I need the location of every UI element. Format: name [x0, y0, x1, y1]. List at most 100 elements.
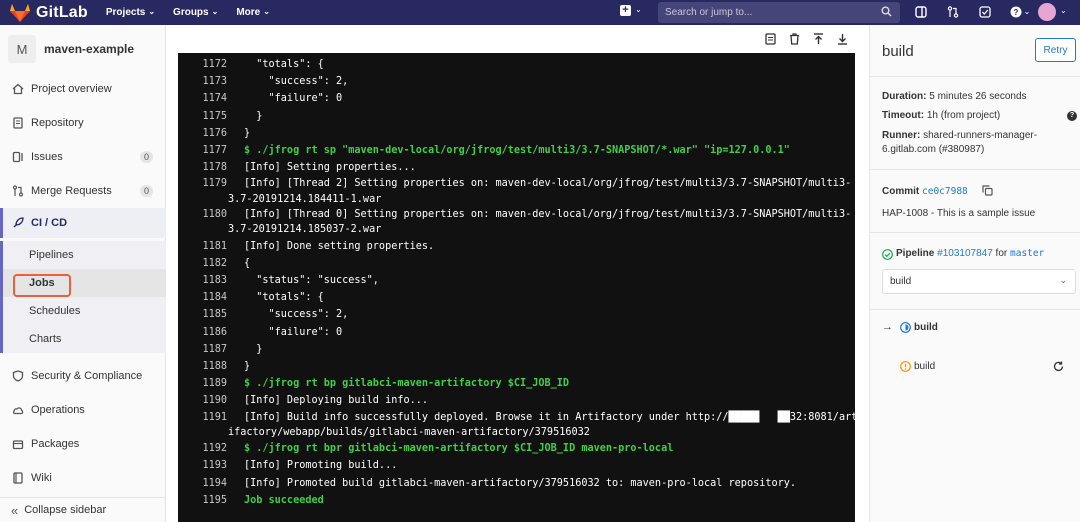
- todo-check-icon[interactable]: [977, 4, 993, 20]
- nav-projects[interactable]: Projects ⌄: [106, 7, 155, 18]
- shield-icon: [11, 370, 25, 382]
- log-line-number[interactable]: 1179: [178, 176, 227, 191]
- todos-panel-icon[interactable]: [913, 4, 929, 20]
- log-line-number[interactable]: 1190: [178, 392, 227, 409]
- log-line-number[interactable]: 1173: [178, 73, 227, 90]
- log-line: 1181 [Info] Done setting properties.: [178, 238, 855, 255]
- erase-log-icon[interactable]: [787, 32, 801, 46]
- gitlab-logo[interactable]: GitLab: [10, 3, 88, 22]
- user-avatar[interactable]: [1038, 3, 1056, 21]
- log-line: 1194 [Info] Promoted build gitlabci-maven…: [178, 475, 855, 492]
- sidebar-item-label: Project overview: [31, 83, 112, 95]
- log-line: 1183 "status": "success",: [178, 272, 855, 289]
- log-line-number[interactable]: 1174: [178, 90, 227, 107]
- log-line-text: [Info] Done setting properties.: [244, 240, 435, 252]
- log-line-number[interactable]: 1182: [178, 255, 227, 272]
- log-line-number[interactable]: 1177: [178, 142, 227, 159]
- sidebar-item-label: CI / CD: [31, 217, 68, 229]
- log-line-number[interactable]: 1193: [178, 457, 227, 474]
- sidebar-item-label: Repository: [31, 117, 84, 129]
- raw-log-icon[interactable]: [763, 32, 777, 46]
- sidebar-item-project-overview[interactable]: Project overview: [0, 79, 166, 99]
- log-line-number[interactable]: 1195: [178, 492, 227, 509]
- sidebar-item-issues[interactable]: Issues 0: [0, 147, 166, 167]
- chevron-down-icon[interactable]: ⌄: [1060, 6, 1067, 15]
- log-line-number[interactable]: 1172: [178, 56, 227, 73]
- sidebar-item-security[interactable]: Security & Compliance: [0, 366, 166, 386]
- commit-sha-link[interactable]: ce0c7988: [922, 186, 968, 197]
- pipeline-id-link[interactable]: #103107847: [937, 247, 993, 261]
- log-line: 1187 }: [178, 341, 855, 358]
- log-line-text: "totals": {: [244, 292, 324, 304]
- log-line-number[interactable]: 1188: [178, 358, 227, 375]
- log-line-number[interactable]: 1183: [178, 272, 227, 289]
- log-line-number[interactable]: 1175: [178, 108, 227, 125]
- project-sidebar: M maven-example Project overview Reposit…: [0, 25, 166, 522]
- log-line-number[interactable]: 1176: [178, 125, 227, 142]
- sidebar-item-operations[interactable]: Operations: [0, 400, 166, 420]
- retry-job-icon[interactable]: [1053, 361, 1064, 372]
- help-icon[interactable]: ? ⌄: [1009, 4, 1031, 20]
- log-line-number[interactable]: 1186: [178, 324, 227, 341]
- plus-icon: +: [620, 5, 631, 16]
- log-line-text: {: [244, 257, 251, 269]
- merge-request-icon[interactable]: [945, 4, 961, 20]
- retry-button[interactable]: Retry: [1035, 38, 1076, 62]
- log-line-number[interactable]: 1180: [178, 207, 227, 222]
- sidebar-item-repository[interactable]: Repository: [0, 113, 166, 133]
- log-line-number[interactable]: 1189: [178, 375, 227, 392]
- log-line-text: [Info] Deploying build info...: [244, 395, 429, 407]
- sidebar-item-merge-requests[interactable]: Merge Requests 0: [0, 181, 166, 201]
- sidebar-subitem-pipelines[interactable]: Pipelines: [0, 241, 166, 269]
- search-input[interactable]: Search or jump to...: [658, 2, 900, 23]
- log-line-number[interactable]: 1187: [178, 341, 227, 358]
- package-icon: [11, 438, 25, 450]
- branch-link[interactable]: master: [1010, 247, 1044, 261]
- sidebar-item-packages[interactable]: Packages: [0, 434, 166, 454]
- help-icon[interactable]: ?: [1067, 111, 1077, 121]
- collapse-sidebar-button[interactable]: « Collapse sidebar: [0, 497, 166, 522]
- sidebar-item-wiki[interactable]: Wiki: [0, 468, 166, 488]
- log-line-number[interactable]: 1178: [178, 159, 227, 176]
- log-line-number[interactable]: 1192: [178, 440, 227, 457]
- scroll-to-top-icon[interactable]: [811, 32, 825, 46]
- current-stage-row[interactable]: → build: [882, 321, 938, 333]
- sidebar-item-label: Merge Requests: [31, 185, 112, 197]
- log-line: 1180 [Info] [Thread 0] Setting properties…: [178, 207, 855, 222]
- job-log-area: 1172 "totals": {1173 "success": 2, 1174 "…: [166, 25, 868, 522]
- project-avatar: M: [8, 35, 36, 63]
- svg-text:?: ?: [1013, 8, 1018, 17]
- log-line: 1186 "failure": 0: [178, 324, 855, 341]
- copy-icon[interactable]: [982, 185, 993, 196]
- log-line-number[interactable]: 1194: [178, 475, 227, 492]
- log-line-number[interactable]: 1185: [178, 306, 227, 323]
- log-line-number[interactable]: 1184: [178, 289, 227, 306]
- new-dropdown[interactable]: + ⌄: [620, 5, 642, 16]
- log-line: 1178 [Info] Setting properties...: [178, 159, 855, 176]
- log-line-number[interactable]: 1191: [178, 410, 227, 425]
- project-header[interactable]: M maven-example: [0, 25, 165, 73]
- sidebar-subitem-charts[interactable]: Charts: [0, 325, 166, 353]
- job-log-terminal[interactable]: 1172 "totals": {1173 "success": 2, 1174 "…: [178, 53, 855, 522]
- log-line-number[interactable]: 1181: [178, 238, 227, 255]
- log-line: 1173 "success": 2,: [178, 73, 855, 90]
- sidebar-item-cicd[interactable]: CI / CD: [0, 208, 166, 238]
- timeout-row: Timeout: 1h (from project): [882, 109, 1000, 123]
- job-sidebar: build Retry Duration: 5 minutes 26 secon…: [869, 25, 1080, 522]
- merge-requests-count-badge: 0: [139, 185, 153, 197]
- scroll-to-bottom-icon[interactable]: [835, 32, 849, 46]
- collapse-sidebar-label: Collapse sidebar: [24, 504, 107, 516]
- arrow-right-icon: →: [882, 321, 893, 333]
- sidebar-item-label: Packages: [31, 438, 80, 450]
- nav-groups[interactable]: Groups ⌄: [173, 7, 218, 18]
- divider: [870, 309, 1080, 310]
- stage-select[interactable]: build ⌄: [882, 269, 1076, 294]
- sidebar-item-label: Issues: [31, 151, 63, 163]
- job-list-item[interactable]: build: [900, 361, 935, 372]
- sidebar-subitem-schedules[interactable]: Schedules: [0, 297, 166, 325]
- status-warning-icon: [900, 361, 911, 372]
- log-line: 1195 Job succeeded: [178, 492, 855, 509]
- nav-more[interactable]: More ⌄: [236, 7, 270, 18]
- log-line-text: Job succeeded: [244, 494, 324, 506]
- log-line: 1189 $ ./jfrog rt bp gitlabci-maven-artif…: [178, 375, 855, 392]
